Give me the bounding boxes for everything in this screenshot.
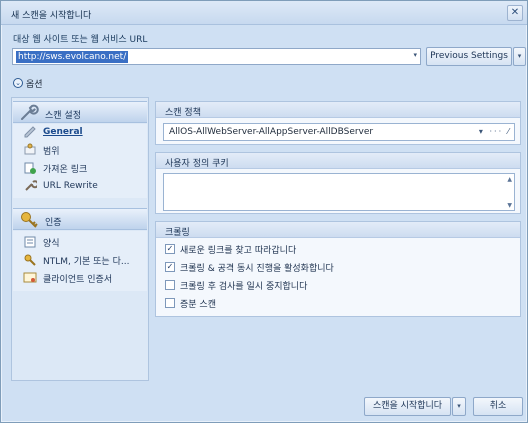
sidebar-item-url-rewrite[interactable]: URL Rewrite	[23, 179, 98, 193]
options-toggle[interactable]: ⌄ 옵션	[13, 77, 43, 90]
checkbox-label: 새로운 링크를 찾고 따라갑니다	[180, 245, 297, 256]
checkbox[interactable]: ✓	[165, 262, 175, 272]
crawl-option-follow-links[interactable]: ✓ 새로운 링크를 찾고 따라갑니다	[165, 242, 296, 256]
sidebar-item-imported-links[interactable]: 가져온 링크	[23, 161, 87, 175]
checkbox[interactable]	[165, 298, 175, 308]
key-icon	[21, 212, 38, 228]
custom-cookies-section: 사용자 정의 쿠키 ▲ ▼	[155, 152, 521, 214]
scan-policy-header: 스캔 정책	[156, 102, 520, 118]
crawling-section: 크롤링 ✓ 새로운 링크를 찾고 따라갑니다 ✓ 크롤링 & 공격 동시 진행을…	[155, 221, 521, 317]
new-scan-dialog: 새 스캔을 시작합니다 ✕ 대상 웹 사이트 또는 웹 서비스 URL http…	[0, 0, 528, 423]
sidebar-item-ntlm[interactable]: NTLM, 기본 또는 다...	[23, 253, 129, 267]
crawling-header: 크롤링	[156, 222, 520, 238]
scan-policy-value: AllOS-AllWebServer-AllAppServer-AllDBSer…	[169, 127, 374, 137]
close-button[interactable]: ✕	[507, 5, 523, 21]
previous-settings-button[interactable]: Previous Settings	[426, 47, 512, 66]
sidebar-item-general[interactable]: General	[23, 125, 83, 139]
options-label: 옵션	[26, 79, 43, 90]
wrench-icon	[21, 104, 39, 120]
title-bar: 새 스캔을 시작합니다 ✕	[1, 1, 527, 25]
scan-settings-label: 스캔 설정	[45, 111, 81, 121]
start-scan-button[interactable]: 스캔을 시작합니다	[364, 397, 451, 416]
chevron-down-icon: ⌄	[13, 78, 23, 88]
crawl-option-incremental[interactable]: 증분 스캔	[165, 296, 216, 310]
sidebar-item-form[interactable]: 양식	[23, 235, 60, 249]
scan-policy-select[interactable]: AllOS-AllWebServer-AllAppServer-AllDBSer…	[163, 123, 515, 141]
form-icon	[24, 236, 36, 248]
scroll-up-icon[interactable]: ▲	[507, 176, 512, 184]
sidebar-item-label: 범위	[43, 146, 60, 157]
certificate-icon	[23, 272, 37, 283]
auth-label: 인증	[45, 218, 62, 228]
scan-policy-section: 스캔 정책 AllOS-AllWebServer-AllAppServer-Al…	[155, 101, 521, 145]
url-rewrite-icon	[25, 180, 37, 191]
sidebar-item-label: General	[43, 127, 83, 137]
scan-settings-group-header[interactable]: 스캔 설정	[13, 101, 147, 123]
crawl-option-pause-after[interactable]: 크롤링 후 검사를 일시 중지합니다	[165, 278, 307, 292]
start-scan-dropdown-icon[interactable]: ▾	[452, 397, 466, 416]
sidebar-item-label: 양식	[43, 238, 60, 249]
checkbox[interactable]	[165, 280, 175, 290]
auth-group-header[interactable]: 인증	[13, 208, 147, 230]
sidebar-item-label: 클라이언트 인증서	[43, 274, 113, 285]
sidebar-item-scope[interactable]: 범위	[23, 143, 60, 157]
sidebar-item-label: URL Rewrite	[43, 181, 98, 191]
checkbox[interactable]: ✓	[165, 244, 175, 254]
previous-settings-dropdown-icon[interactable]: ▾	[513, 47, 526, 66]
scope-icon	[24, 143, 36, 155]
cookies-scrollbar[interactable]: ▲ ▼	[507, 176, 512, 210]
sidebar-item-client-cert[interactable]: 클라이언트 인증서	[23, 271, 112, 285]
checkbox-label: 증분 스캔	[180, 299, 216, 310]
scan-settings-items: General 범위 가져온 링크 URL Rewrite	[13, 124, 147, 198]
url-label: 대상 웹 사이트 또는 웹 서비스 URL	[13, 35, 148, 45]
crawl-option-concurrent[interactable]: ✓ 크롤링 & 공격 동시 진행을 활성화합니다	[165, 260, 334, 274]
pencil-icon	[24, 126, 36, 138]
window-title: 새 스캔을 시작합니다	[11, 11, 92, 21]
url-value: http://sws.evolcano.net/	[16, 51, 129, 63]
options-sidebar: 스캔 설정 General 범위 가져온 링크 URL Rewrite 인증 양…	[11, 97, 149, 381]
imported-links-icon	[24, 162, 36, 174]
key-small-icon	[24, 254, 36, 266]
scan-policy-tools-icon[interactable]: ▾ ··· ⁄	[479, 124, 511, 140]
custom-cookies-header: 사용자 정의 쿠키	[156, 153, 520, 169]
url-input[interactable]: http://sws.evolcano.net/ ▾	[12, 48, 421, 65]
options-main-panel: 스캔 정책 AllOS-AllWebServer-AllAppServer-Al…	[153, 97, 523, 381]
checkbox-label: 크롤링 & 공격 동시 진행을 활성화합니다	[180, 263, 334, 274]
sidebar-item-label: 가져온 링크	[43, 164, 88, 175]
scroll-down-icon[interactable]: ▼	[507, 202, 512, 210]
custom-cookies-textarea[interactable]: ▲ ▼	[163, 173, 515, 211]
sidebar-item-label: NTLM, 기본 또는 다...	[43, 256, 130, 267]
checkbox-label: 크롤링 후 검사를 일시 중지합니다	[180, 281, 308, 292]
auth-items: 양식 NTLM, 기본 또는 다... 클라이언트 인증서	[13, 231, 147, 291]
url-dropdown-icon[interactable]: ▾	[413, 51, 417, 59]
cancel-button[interactable]: 취소	[473, 397, 523, 416]
